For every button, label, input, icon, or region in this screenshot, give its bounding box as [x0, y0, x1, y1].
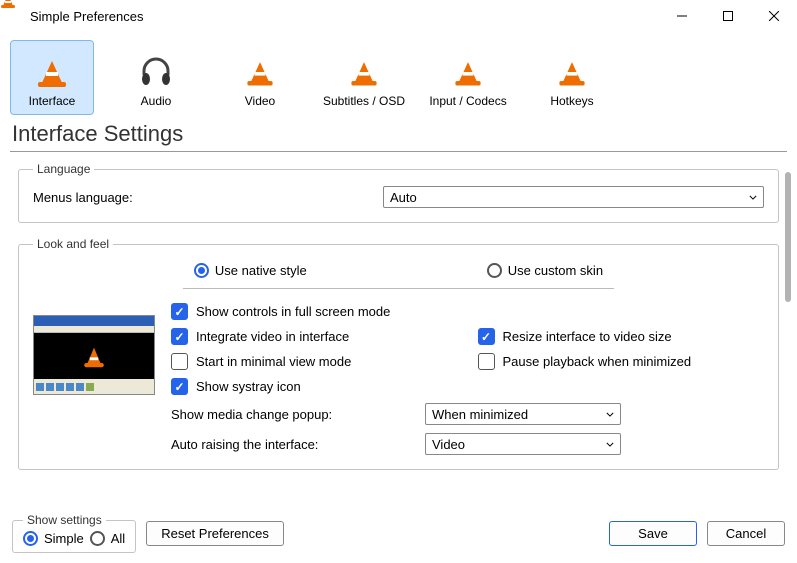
- show-systray-checkbox[interactable]: Show systray icon: [171, 378, 764, 395]
- look-legend: Look and feel: [33, 237, 113, 251]
- cone-subtitles-icon: [342, 52, 386, 92]
- cone-hotkeys-icon: [550, 52, 594, 92]
- integrate-video-checkbox[interactable]: Integrate video in interface: [171, 328, 458, 345]
- titlebar: Simple Preferences: [0, 0, 797, 32]
- tab-audio[interactable]: Audio: [114, 40, 198, 115]
- tab-subtitles[interactable]: Subtitles / OSD: [322, 40, 406, 115]
- cone-disc-icon: [446, 52, 490, 92]
- radio-unchecked-icon: [487, 263, 502, 278]
- tab-interface[interactable]: Interface: [10, 40, 94, 115]
- page-title: Interface Settings: [0, 115, 797, 151]
- save-button[interactable]: Save: [609, 521, 697, 546]
- native-style-radio[interactable]: Use native style: [194, 263, 307, 278]
- skin-preview: [33, 315, 155, 395]
- menus-language-label: Menus language:: [33, 190, 373, 205]
- language-legend: Language: [33, 162, 94, 176]
- pause-minimized-checkbox[interactable]: Pause playback when minimized: [478, 353, 765, 370]
- tab-input-codecs[interactable]: Input / Codecs: [426, 40, 510, 115]
- show-settings-simple-radio[interactable]: Simple: [23, 531, 84, 546]
- tab-video[interactable]: Video: [218, 40, 302, 115]
- scrollbar[interactable]: [785, 172, 791, 482]
- app-icon: [8, 8, 24, 24]
- auto-raise-select[interactable]: Video: [425, 433, 621, 455]
- look-and-feel-group: Look and feel Use native style Use custo…: [18, 237, 779, 470]
- show-settings-legend: Show settings: [23, 513, 106, 527]
- media-popup-select[interactable]: When minimized: [425, 403, 621, 425]
- style-divider: [183, 288, 614, 289]
- headphones-icon: [134, 52, 178, 92]
- category-toolbar: Interface Audio Video Subtitles / OSD In…: [0, 32, 797, 115]
- footer: Show settings Simple All Reset Preferenc…: [0, 507, 797, 563]
- resize-interface-checkbox[interactable]: Resize interface to video size: [478, 328, 765, 345]
- show-settings-all-radio[interactable]: All: [90, 531, 125, 546]
- show-settings-group: Show settings Simple All: [12, 513, 136, 553]
- menus-language-select[interactable]: Auto: [383, 186, 764, 208]
- reset-preferences-button[interactable]: Reset Preferences: [146, 521, 284, 546]
- content-area: Language Menus language: Auto Look and f…: [0, 162, 797, 492]
- chevron-down-icon: [749, 190, 757, 205]
- media-popup-label: Show media change popup:: [171, 407, 415, 422]
- window-title: Simple Preferences: [30, 9, 143, 24]
- tab-hotkeys[interactable]: Hotkeys: [530, 40, 614, 115]
- minimize-button[interactable]: [659, 0, 705, 32]
- language-group: Language Menus language: Auto: [18, 162, 779, 223]
- scrollbar-thumb[interactable]: [785, 172, 791, 302]
- show-controls-checkbox[interactable]: Show controls in full screen mode: [171, 303, 764, 320]
- cone-clapper-icon: [238, 52, 282, 92]
- cancel-button[interactable]: Cancel: [707, 521, 785, 546]
- title-divider: [10, 151, 787, 152]
- custom-skin-radio[interactable]: Use custom skin: [487, 263, 603, 278]
- maximize-button[interactable]: [705, 0, 751, 32]
- chevron-down-icon: [606, 437, 614, 452]
- radio-checked-icon: [194, 263, 209, 278]
- chevron-down-icon: [606, 407, 614, 422]
- cone-icon: [30, 52, 74, 92]
- auto-raise-label: Auto raising the interface:: [171, 437, 415, 452]
- start-minimal-checkbox[interactable]: Start in minimal view mode: [171, 353, 458, 370]
- close-button[interactable]: [751, 0, 797, 32]
